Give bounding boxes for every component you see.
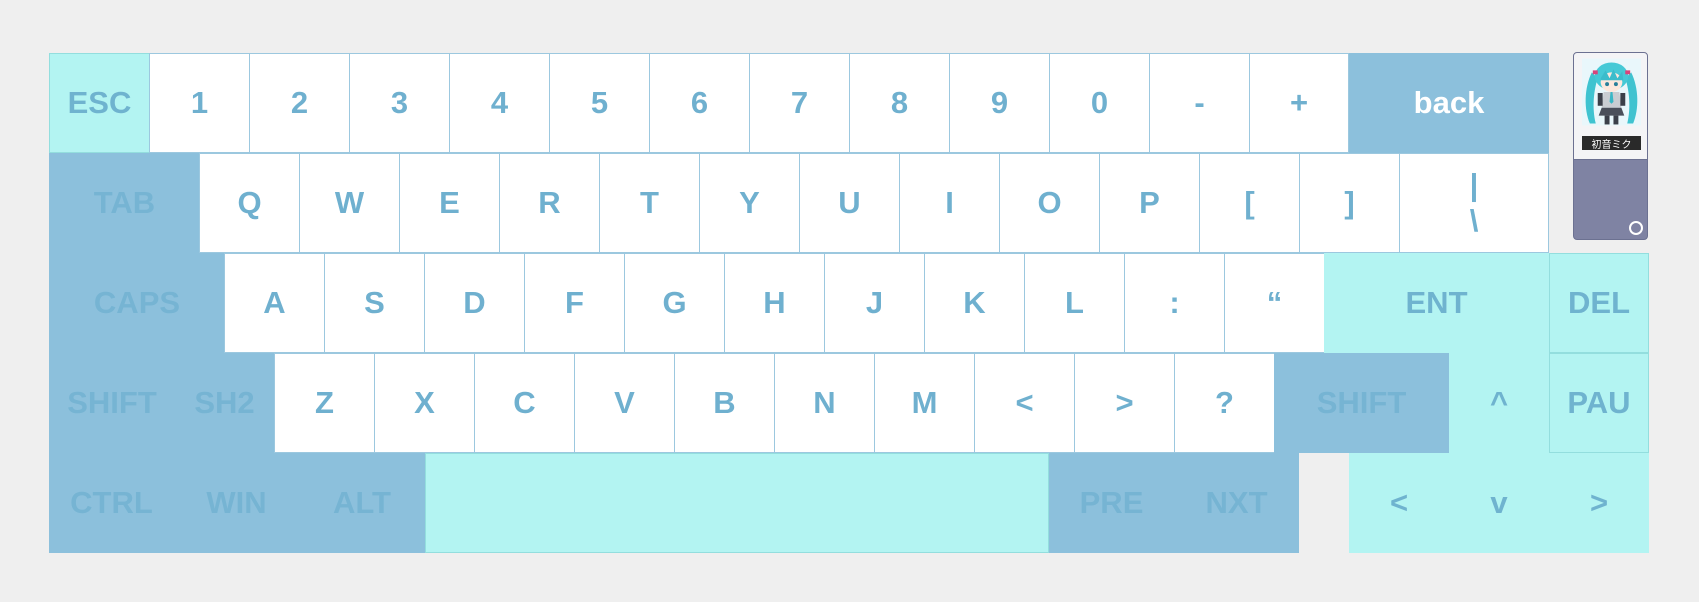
key-arrow-left[interactable]: <	[1349, 453, 1449, 553]
key-6[interactable]: 6	[649, 53, 750, 153]
key-shift-left[interactable]: SHIFT	[49, 353, 175, 453]
key-next[interactable]: NXT	[1174, 453, 1299, 553]
hatsune-miku-avatar-icon	[1582, 58, 1641, 126]
key-5[interactable]: 5	[549, 53, 650, 153]
key-9[interactable]: 9	[949, 53, 1050, 153]
virtual-keyboard: ESC 1 2 3 4 5 6 7 8 9 0 - + back TAB Q W…	[0, 0, 1699, 602]
key-arrow-up[interactable]: ^	[1449, 353, 1549, 453]
key-question[interactable]: ?	[1174, 353, 1275, 453]
key-backslash[interactable]: | \	[1399, 153, 1549, 253]
key-del[interactable]: DEL	[1549, 253, 1649, 353]
key-arrow-down[interactable]: v	[1449, 453, 1549, 553]
key-g[interactable]: G	[624, 253, 725, 353]
key-previous[interactable]: PRE	[1049, 453, 1174, 553]
key-a[interactable]: A	[224, 253, 325, 353]
key-right-bracket[interactable]: ]	[1299, 153, 1400, 253]
key-i[interactable]: I	[899, 153, 1000, 253]
key-plus[interactable]: +	[1249, 53, 1349, 153]
key-l[interactable]: L	[1024, 253, 1125, 353]
key-colon[interactable]: :	[1124, 253, 1225, 353]
key-o[interactable]: O	[999, 153, 1100, 253]
key-j[interactable]: J	[824, 253, 925, 353]
widget-avatar-panel: 初音ミク	[1574, 53, 1647, 160]
key-n[interactable]: N	[774, 353, 875, 453]
key-x[interactable]: X	[374, 353, 475, 453]
key-arrow-right[interactable]: >	[1549, 453, 1649, 553]
key-p[interactable]: P	[1099, 153, 1200, 253]
key-r[interactable]: R	[499, 153, 600, 253]
key-alt[interactable]: ALT	[299, 453, 425, 553]
character-widget[interactable]: 初音ミク	[1573, 52, 1648, 240]
key-less-than[interactable]: <	[974, 353, 1075, 453]
character-name-label: 初音ミク	[1582, 136, 1641, 151]
key-esc[interactable]: ESC	[49, 53, 150, 153]
key-h[interactable]: H	[724, 253, 825, 353]
key-8[interactable]: 8	[849, 53, 950, 153]
key-e[interactable]: E	[399, 153, 500, 253]
key-0[interactable]: 0	[1049, 53, 1150, 153]
key-1[interactable]: 1	[149, 53, 250, 153]
key-u[interactable]: U	[799, 153, 900, 253]
key-win[interactable]: WIN	[174, 453, 299, 553]
key-3[interactable]: 3	[349, 53, 450, 153]
key-d[interactable]: D	[424, 253, 525, 353]
key-v[interactable]: V	[574, 353, 675, 453]
key-ctrl[interactable]: CTRL	[49, 453, 174, 553]
key-w[interactable]: W	[299, 153, 400, 253]
key-7[interactable]: 7	[749, 53, 850, 153]
key-left-bracket[interactable]: [	[1199, 153, 1300, 253]
key-backspace[interactable]: back	[1349, 53, 1549, 153]
key-space[interactable]	[425, 453, 1049, 553]
key-tab[interactable]: TAB	[49, 153, 200, 253]
key-backslash-shift-label: |	[1469, 167, 1479, 202]
key-z[interactable]: Z	[274, 353, 375, 453]
key-m[interactable]: M	[874, 353, 975, 453]
key-4[interactable]: 4	[449, 53, 550, 153]
key-pause[interactable]: PAU	[1549, 353, 1649, 453]
key-f[interactable]: F	[524, 253, 625, 353]
key-shift-right[interactable]: SHIFT	[1274, 353, 1449, 453]
key-b[interactable]: B	[674, 353, 775, 453]
key-q[interactable]: Q	[199, 153, 300, 253]
key-s[interactable]: S	[324, 253, 425, 353]
key-y[interactable]: Y	[699, 153, 800, 253]
key-greater-than[interactable]: >	[1074, 353, 1175, 453]
key-minus[interactable]: -	[1149, 53, 1250, 153]
key-enter[interactable]: ENT	[1324, 253, 1549, 353]
key-caps[interactable]: CAPS	[49, 253, 225, 353]
key-backslash-label: \	[1469, 203, 1479, 238]
key-sh2[interactable]: SH2	[174, 353, 275, 453]
key-k[interactable]: K	[924, 253, 1025, 353]
key-quote[interactable]: “	[1224, 253, 1325, 353]
key-t[interactable]: T	[599, 153, 700, 253]
key-2[interactable]: 2	[249, 53, 350, 153]
widget-status-dot-icon[interactable]	[1629, 221, 1643, 235]
key-c[interactable]: C	[474, 353, 575, 453]
